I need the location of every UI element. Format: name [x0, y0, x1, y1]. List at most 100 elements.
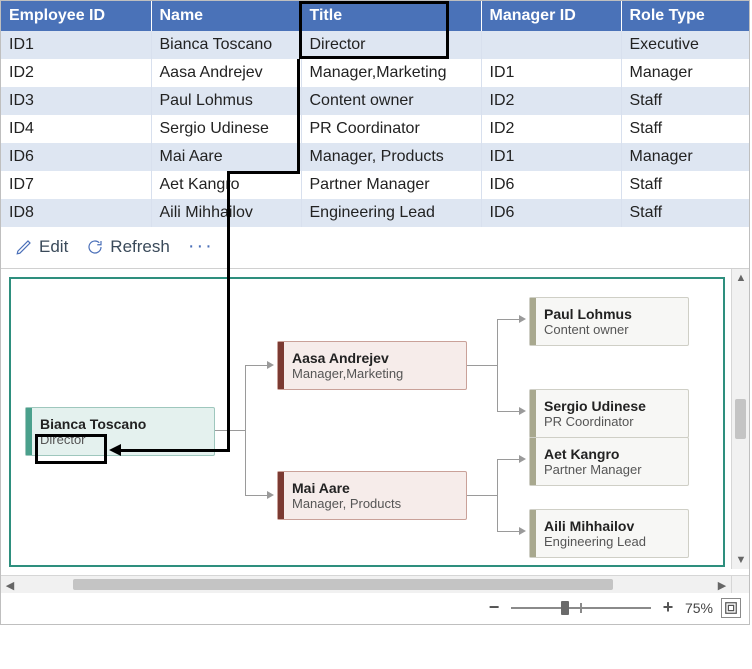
cell-role[interactable]: Manager	[621, 143, 749, 171]
cell-mgr[interactable]: ID2	[481, 115, 621, 143]
node-title: PR Coordinator	[544, 414, 678, 429]
table-row[interactable]: ID4Sergio UdinesePR CoordinatorID2Staff	[1, 115, 749, 143]
scroll-left-icon[interactable]: ◀	[1, 576, 19, 594]
org-node-root[interactable]: Bianca Toscano Director	[25, 407, 215, 456]
col-header-role-type[interactable]: Role Type	[621, 1, 749, 31]
org-node-staff[interactable]: Aet Kangro Partner Manager	[529, 437, 689, 486]
zoom-value: 75%	[685, 600, 713, 616]
zoom-in-button[interactable]: +	[659, 597, 677, 618]
cell-name[interactable]: Mai Aare	[151, 143, 301, 171]
cell-id[interactable]: ID6	[1, 143, 151, 171]
app-frame: Employee ID Name Title Manager ID Role T…	[0, 0, 750, 625]
cell-role[interactable]: Staff	[621, 115, 749, 143]
col-header-name[interactable]: Name	[151, 1, 301, 31]
node-name: Bianca Toscano	[40, 416, 204, 432]
table-header-row: Employee ID Name Title Manager ID Role T…	[1, 1, 749, 31]
cell-title[interactable]: Engineering Lead	[301, 199, 481, 227]
table-row[interactable]: ID8Aili MihhailovEngineering LeadID6Staf…	[1, 199, 749, 227]
cell-name[interactable]: Paul Lohmus	[151, 87, 301, 115]
vertical-scrollbar[interactable]: ▲ ▼	[731, 269, 749, 569]
node-name: Sergio Udinese	[544, 398, 678, 414]
org-node-staff[interactable]: Sergio Udinese PR Coordinator	[529, 389, 689, 438]
scroll-down-icon[interactable]: ▼	[732, 551, 750, 569]
node-accent	[530, 390, 536, 437]
cell-title[interactable]: Manager,Marketing	[301, 59, 481, 87]
diagram-content: Bianca Toscano Director Aasa Andrejev Ma…	[17, 285, 717, 559]
cell-mgr[interactable]: ID1	[481, 59, 621, 87]
cell-mgr[interactable]	[481, 31, 621, 59]
cell-id[interactable]: ID7	[1, 171, 151, 199]
cell-id[interactable]: ID8	[1, 199, 151, 227]
diagram-canvas[interactable]: Bianca Toscano Director Aasa Andrejev Ma…	[1, 268, 749, 593]
vscroll-thumb[interactable]	[735, 399, 746, 439]
table-row[interactable]: ID3Paul LohmusContent ownerID2Staff	[1, 87, 749, 115]
fit-to-window-button[interactable]	[721, 598, 741, 618]
cell-id[interactable]: ID4	[1, 115, 151, 143]
table-row[interactable]: ID2Aasa AndrejevManager,MarketingID1Mana…	[1, 59, 749, 87]
node-title: Manager,Marketing	[292, 366, 456, 381]
cell-name[interactable]: Sergio Udinese	[151, 115, 301, 143]
table-row[interactable]: ID6Mai AareManager, ProductsID1Manager	[1, 143, 749, 171]
org-node-manager[interactable]: Mai Aare Manager, Products	[277, 471, 467, 520]
cell-title[interactable]: Partner Manager	[301, 171, 481, 199]
cell-role[interactable]: Staff	[621, 87, 749, 115]
col-header-title[interactable]: Title	[301, 1, 481, 31]
refresh-label: Refresh	[110, 237, 170, 257]
cell-title[interactable]: PR Coordinator	[301, 115, 481, 143]
cell-name[interactable]: Aasa Andrejev	[151, 59, 301, 87]
cell-role[interactable]: Staff	[621, 171, 749, 199]
zoom-out-button[interactable]: −	[485, 597, 503, 618]
scroll-corner	[731, 575, 749, 593]
node-name: Paul Lohmus	[544, 306, 678, 322]
visualizer-toolbar: Edit Refresh ···	[1, 227, 749, 268]
cell-role[interactable]: Executive	[621, 31, 749, 59]
refresh-icon	[86, 238, 104, 256]
cell-mgr[interactable]: ID6	[481, 199, 621, 227]
edit-button[interactable]: Edit	[15, 237, 68, 257]
hscroll-thumb[interactable]	[73, 579, 613, 590]
scroll-right-icon[interactable]: ▶	[713, 576, 731, 594]
cell-title[interactable]: Content owner	[301, 87, 481, 115]
table-row[interactable]: ID1Bianca ToscanoDirector Executive	[1, 31, 749, 59]
col-header-manager-id[interactable]: Manager ID	[481, 1, 621, 31]
slider-knob[interactable]	[561, 601, 569, 615]
node-accent	[26, 408, 32, 455]
fit-icon	[724, 601, 738, 615]
cell-mgr[interactable]: ID6	[481, 171, 621, 199]
cell-name[interactable]: Bianca Toscano	[151, 31, 301, 59]
org-node-manager[interactable]: Aasa Andrejev Manager,Marketing	[277, 341, 467, 390]
org-node-staff[interactable]: Aili Mihhailov Engineering Lead	[529, 509, 689, 558]
zoom-bar: − + 75%	[1, 593, 749, 624]
org-node-staff[interactable]: Paul Lohmus Content owner	[529, 297, 689, 346]
cell-name[interactable]: Aili Mihhailov	[151, 199, 301, 227]
zoom-slider[interactable]	[511, 601, 651, 615]
node-title: Director	[40, 432, 204, 447]
cell-id[interactable]: ID1	[1, 31, 151, 59]
cell-mgr[interactable]: ID2	[481, 87, 621, 115]
employee-table: Employee ID Name Title Manager ID Role T…	[1, 1, 749, 227]
node-accent	[530, 510, 536, 557]
refresh-button[interactable]: Refresh	[86, 237, 170, 257]
cell-title[interactable]: Manager, Products	[301, 143, 481, 171]
cell-id[interactable]: ID3	[1, 87, 151, 115]
horizontal-scrollbar[interactable]: ◀ ▶	[1, 575, 731, 593]
cell-role[interactable]: Manager	[621, 59, 749, 87]
node-name: Aili Mihhailov	[544, 518, 678, 534]
col-header-employee-id[interactable]: Employee ID	[1, 1, 151, 31]
node-title: Manager, Products	[292, 496, 456, 511]
cell-mgr[interactable]: ID1	[481, 143, 621, 171]
edit-label: Edit	[39, 237, 68, 257]
node-name: Aasa Andrejev	[292, 350, 456, 366]
cell-id[interactable]: ID2	[1, 59, 151, 87]
node-accent	[278, 472, 284, 519]
more-button[interactable]: ···	[188, 235, 214, 258]
node-accent	[530, 298, 536, 345]
cell-name[interactable]: Aet Kangro	[151, 171, 301, 199]
scroll-up-icon[interactable]: ▲	[732, 269, 750, 287]
cell-role[interactable]: Staff	[621, 199, 749, 227]
cell-title[interactable]: Director	[301, 31, 481, 59]
node-name: Mai Aare	[292, 480, 456, 496]
node-name: Aet Kangro	[544, 446, 678, 462]
table-row[interactable]: ID7Aet KangroPartner ManagerID6Staff	[1, 171, 749, 199]
node-title: Content owner	[544, 322, 678, 337]
